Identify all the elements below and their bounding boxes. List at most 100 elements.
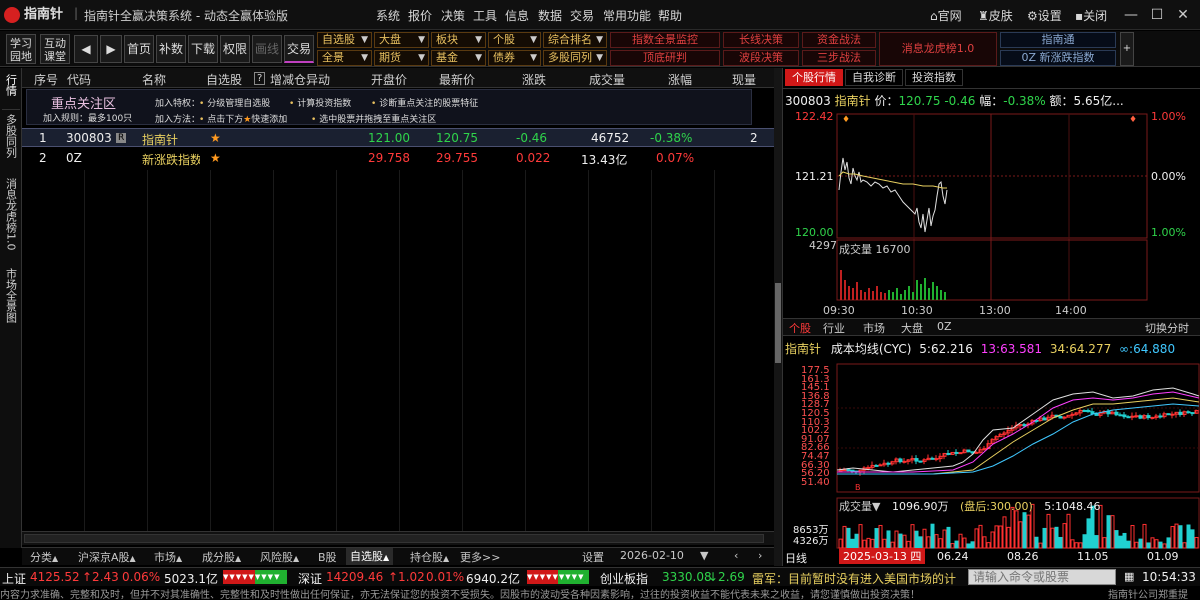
sh-label[interactable]: 上证 (2, 570, 26, 587)
trade-button[interactable]: 交易 (284, 35, 314, 63)
tab-market-panorama[interactable]: 市场全景图 (2, 268, 20, 348)
menu-system[interactable]: 系统 (376, 7, 400, 24)
settings-tab[interactable]: 设置 (582, 549, 604, 565)
minimize-button[interactable]: — (1120, 4, 1142, 26)
kline-chart[interactable]: B (783, 358, 1200, 568)
h-scroll-thumb[interactable] (24, 534, 764, 543)
menu-quote[interactable]: 报价 (408, 7, 432, 24)
menu-tools[interactable]: 工具 (473, 7, 497, 24)
tab-constituents[interactable]: 成分股▲ (202, 549, 241, 565)
dropdown-ranking[interactable]: 综合排名 ▼ (543, 32, 607, 48)
col-volume[interactable]: 成交量 (589, 71, 625, 88)
tab-more[interactable]: 更多>> (460, 549, 500, 565)
star-icon[interactable]: ★ (210, 131, 221, 145)
col-position-change[interactable]: 增减仓异动 (270, 71, 330, 88)
close-app-button[interactable]: ▪关闭 (1075, 7, 1107, 24)
dropdown-panorama[interactable]: 全景 ▼ (317, 50, 372, 66)
subtab-industry[interactable]: 行业 (823, 320, 845, 336)
network-icon[interactable]: ▦ (1124, 570, 1134, 583)
tab-a-shares[interactable]: 沪深京A股▲ (78, 549, 136, 565)
splitter[interactable] (774, 68, 782, 566)
menu-decision[interactable]: 决策 (441, 7, 465, 24)
tab-holdings[interactable]: 持仓股▲ (410, 549, 449, 565)
star-icon[interactable]: ★ (210, 151, 221, 165)
dropdown-bond[interactable]: 债券 ▼ (488, 50, 541, 66)
dragon-list-button[interactable]: 消息龙虎榜1.0 (879, 32, 997, 66)
menu-help[interactable]: 帮助 (658, 7, 682, 24)
tab-stock-quote[interactable]: 个股行情 (785, 69, 843, 86)
col-current[interactable]: 现量 (732, 71, 756, 88)
swing-button[interactable]: 波段决策 (723, 50, 799, 66)
sz-label[interactable]: 深证 (298, 570, 322, 587)
dropdown-watchlist[interactable]: 自选股 ▼ (317, 32, 372, 48)
tab-category[interactable]: 分类▲ (30, 549, 58, 565)
fill-data-button[interactable]: 补数 (156, 35, 186, 63)
date-field[interactable]: 2026-02-10 (620, 549, 684, 562)
interactive-button[interactable]: 互动课堂 (40, 34, 70, 64)
tab-b-shares[interactable]: B股 (318, 549, 337, 565)
splitter-handle[interactable] (775, 283, 781, 363)
news-ticker[interactable]: 雷军：目前暂时没有进入美国市场的计 (752, 570, 964, 587)
chevron-right-icon[interactable]: › (758, 549, 762, 562)
menu-info[interactable]: 信息 (505, 7, 529, 24)
tab-watchlist[interactable]: 自选股▲ (346, 548, 394, 565)
col-last[interactable]: 最新价 (439, 71, 475, 88)
zhinantong-button[interactable]: 指南通 (1000, 32, 1116, 48)
fund-tactic-button[interactable]: 资金战法 (802, 32, 876, 48)
menu-common[interactable]: 常用功能 (603, 7, 651, 24)
subtab-index[interactable]: 大盘 (901, 320, 923, 336)
col-name[interactable]: 名称 (142, 71, 166, 88)
menu-data[interactable]: 数据 (538, 7, 562, 24)
col-code[interactable]: 代码 (67, 71, 91, 88)
menu-trade[interactable]: 交易 (570, 7, 594, 24)
close-window-button[interactable]: ✕ (1172, 4, 1194, 26)
dropdown-market[interactable]: 大盘 ▼ (374, 32, 429, 48)
tab-invest-index[interactable]: 投资指数 (905, 69, 963, 86)
add-button[interactable]: + (1120, 32, 1134, 66)
chevron-down-icon[interactable]: ▼ (872, 500, 880, 513)
table-row[interactable]: 1 300803 R 指南针 ★ 121.00 120.75 -0.46 467… (22, 128, 774, 147)
top-bottom-button[interactable]: 顶底研判 (610, 50, 720, 66)
col-pct[interactable]: 涨幅 (668, 71, 692, 88)
col-index[interactable]: 序号 (34, 71, 58, 88)
three-step-button[interactable]: 三步战法 (802, 50, 876, 66)
back-button[interactable]: ◀ (74, 35, 98, 63)
command-input[interactable] (968, 569, 1116, 585)
download-button[interactable]: 下载 (188, 35, 218, 63)
cy-label[interactable]: 创业板指 (600, 570, 648, 587)
switch-timeshare-button[interactable]: 切换分时 (1145, 320, 1189, 336)
official-button[interactable]: ⌂官网 (930, 7, 962, 24)
chevron-left-icon[interactable]: ‹ (734, 549, 738, 562)
skin-button[interactable]: ♜皮肤 (978, 7, 1013, 24)
dropdown-stock[interactable]: 个股 ▼ (488, 32, 541, 48)
permission-button[interactable]: 权限 (220, 35, 250, 63)
forward-button[interactable]: ▶ (100, 35, 122, 63)
tab-risk[interactable]: 风险股▲ (260, 549, 299, 565)
index-monitor-button[interactable]: 指数全景监控 (610, 32, 720, 48)
focus-area[interactable]: 重点关注区 加入规则：最多100只 加入特权： • 分级管理自选股 • 计算投资… (26, 89, 752, 125)
chevron-down-icon[interactable]: ▼ (700, 549, 708, 562)
subtab-stock[interactable]: 个股 (789, 320, 811, 336)
learn-button[interactable]: 学习园地 (6, 34, 36, 64)
table-row[interactable]: 2 0Z 新涨跌指数 ★ 29.758 29.755 0.022 13.43亿 … (22, 149, 774, 168)
subtab-0z[interactable]: 0Z (937, 320, 952, 333)
h-scrollbar[interactable] (22, 531, 774, 545)
new-index-button[interactable]: 0Z 新涨跌指数 (1000, 50, 1116, 66)
col-watch[interactable]: 自选股 (206, 71, 242, 88)
home-button[interactable]: 首页 (124, 35, 154, 63)
draw-line-button[interactable]: 画线 (252, 35, 282, 63)
subtab-market[interactable]: 市场 (863, 320, 885, 336)
col-change[interactable]: 涨跌 (522, 71, 546, 88)
intraday-chart[interactable]: ♦ ♦ (783, 110, 1200, 322)
long-term-button[interactable]: 长线决策 (723, 32, 799, 48)
col-open[interactable]: 开盘价 (371, 71, 407, 88)
question-icon[interactable]: ? (254, 72, 266, 85)
tab-self-diagnose[interactable]: 自我诊断 (845, 69, 903, 86)
dropdown-sector[interactable]: 板块 ▼ (431, 32, 486, 48)
dropdown-futures[interactable]: 期货 ▼ (374, 50, 429, 66)
tab-quotes[interactable]: 行情 (2, 74, 20, 110)
tab-market[interactable]: 市场▲ (154, 549, 182, 565)
settings-button[interactable]: ⚙设置 (1027, 7, 1062, 24)
dropdown-multi[interactable]: 多股同列 ▼ (543, 50, 607, 66)
maximize-button[interactable]: ☐ (1146, 4, 1168, 26)
